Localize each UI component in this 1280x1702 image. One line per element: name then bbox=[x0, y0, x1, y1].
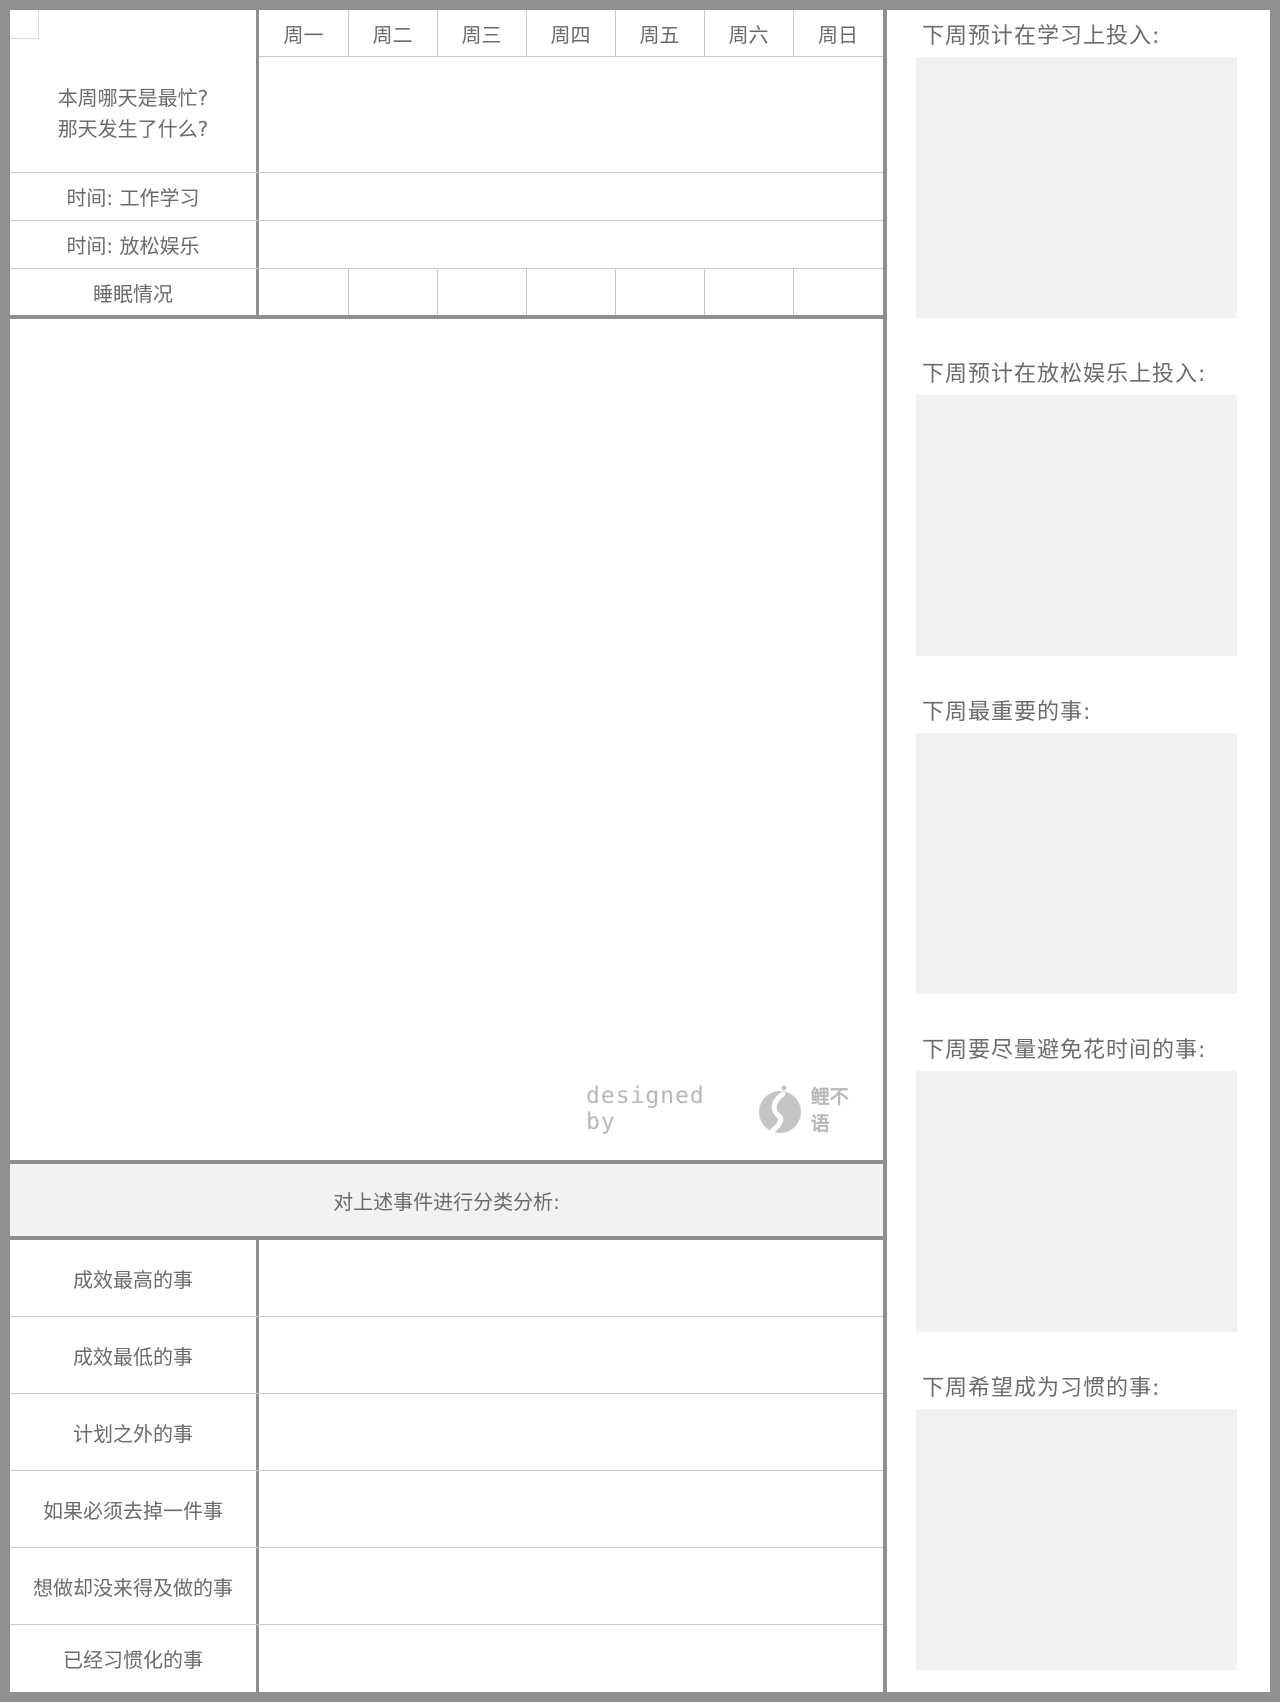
sleep-label: 睡眠情况 bbox=[93, 281, 173, 306]
analysis-row-label: 如果必须去掉一件事 bbox=[43, 1498, 223, 1523]
plan-title-study: 下周预计在学习上投入: bbox=[922, 24, 1161, 49]
sleep-day-divider bbox=[793, 269, 794, 315]
day-tue: 周二 bbox=[372, 22, 413, 47]
sleep-day-divider bbox=[526, 269, 527, 315]
day-sat: 周六 bbox=[728, 22, 769, 47]
plan-box-relax[interactable] bbox=[916, 395, 1237, 656]
analysis-row-label: 想做却没来得及做的事 bbox=[33, 1575, 233, 1600]
brand-logo-icon bbox=[757, 1084, 803, 1134]
busiest-day-question: 本周哪天是最忙? 那天发生了什么? bbox=[10, 56, 256, 172]
plan-box-study[interactable] bbox=[916, 57, 1237, 318]
day-divider bbox=[704, 10, 705, 56]
designed-by-text: designed by bbox=[586, 1083, 705, 1135]
day-divider bbox=[437, 10, 438, 56]
time-relax-label: 时间: 放松娱乐 bbox=[66, 234, 200, 258]
analysis-row-label: 成效最低的事 bbox=[73, 1344, 193, 1369]
sleep-field[interactable] bbox=[259, 269, 883, 315]
sleep-day-divider bbox=[615, 269, 616, 315]
busiest-question-line2: 那天发生了什么? bbox=[57, 117, 209, 141]
analysis-header: 对上述事件进行分类分析: bbox=[10, 1164, 883, 1236]
busiest-question-line1: 本周哪天是最忙? bbox=[57, 86, 209, 110]
day-mon: 周一 bbox=[283, 22, 324, 47]
time-work-label: 时间: 工作学习 bbox=[66, 186, 200, 210]
sleep-day-divider bbox=[348, 269, 349, 315]
plan-title-important: 下周最重要的事: bbox=[922, 700, 1092, 725]
day-divider bbox=[793, 10, 794, 56]
analysis-row-field[interactable] bbox=[259, 1317, 883, 1393]
day-fri: 周五 bbox=[639, 22, 680, 47]
analysis-row-label: 成效最高的事 bbox=[73, 1267, 193, 1292]
brand-name: 鲤不语 bbox=[810, 1086, 849, 1135]
plan-box-habit[interactable] bbox=[916, 1409, 1237, 1670]
sleep-day-divider bbox=[704, 269, 705, 315]
analysis-row-field[interactable] bbox=[259, 1548, 883, 1624]
plan-box-avoid[interactable] bbox=[916, 1071, 1237, 1332]
sleep-day-divider bbox=[437, 269, 438, 315]
day-divider bbox=[348, 10, 349, 56]
analysis-row-label: 计划之外的事 bbox=[73, 1421, 193, 1446]
analysis-row-field[interactable] bbox=[259, 1471, 883, 1547]
notes-area[interactable] bbox=[10, 319, 883, 1160]
corner-mark bbox=[10, 10, 39, 39]
day-divider bbox=[526, 10, 527, 56]
plan-box-important[interactable] bbox=[916, 733, 1237, 994]
analysis-row-label: 已经习惯化的事 bbox=[63, 1648, 203, 1672]
busiest-day-answer[interactable] bbox=[259, 56, 883, 172]
plan-title-avoid: 下周要尽量避免花时间的事: bbox=[922, 1038, 1207, 1063]
day-thu: 周四 bbox=[550, 22, 591, 47]
day-wed: 周三 bbox=[461, 22, 502, 47]
analysis-row-field[interactable] bbox=[259, 1394, 883, 1470]
plan-title-habit: 下周希望成为习惯的事: bbox=[922, 1376, 1161, 1401]
branding: designed by 鲤不语 bbox=[586, 1081, 866, 1137]
time-relax-field[interactable] bbox=[259, 221, 883, 268]
time-work-field[interactable] bbox=[259, 173, 883, 220]
day-sun: 周日 bbox=[818, 22, 858, 47]
day-divider bbox=[615, 10, 616, 56]
analysis-row-field[interactable] bbox=[259, 1625, 883, 1692]
analysis-row-field[interactable] bbox=[259, 1240, 883, 1316]
plan-title-relax: 下周预计在放松娱乐上投入: bbox=[922, 362, 1207, 387]
